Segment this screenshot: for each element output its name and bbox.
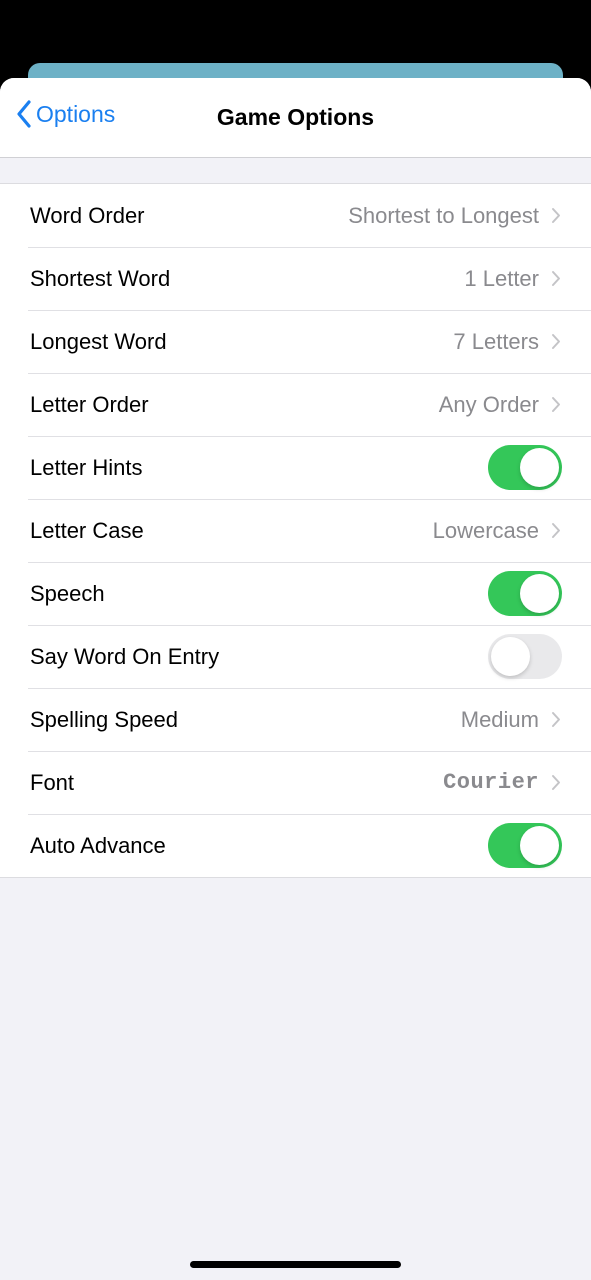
setting-row-spelling-speed[interactable]: Spelling Speed Medium <box>0 688 591 751</box>
setting-label: Spelling Speed <box>30 706 179 732</box>
auto-advance-toggle[interactable] <box>488 823 562 868</box>
home-indicator[interactable] <box>190 1261 401 1268</box>
setting-label: Speech <box>30 580 105 606</box>
toggle-knob <box>520 448 559 487</box>
navigation-bar: Options Game Options <box>0 78 591 158</box>
chevron-right-icon <box>552 775 560 790</box>
setting-row-letter-case[interactable]: Letter Case Lowercase <box>0 499 591 562</box>
setting-value: Shortest to Longest <box>348 202 539 228</box>
setting-label: Word Order <box>30 202 145 228</box>
setting-label: Font <box>30 769 75 795</box>
setting-row-font[interactable]: Font Courier <box>0 751 591 814</box>
setting-label: Letter Hints <box>30 454 143 480</box>
chevron-right-icon <box>552 712 560 727</box>
setting-label: Auto Advance <box>30 832 166 858</box>
setting-label: Letter Case <box>30 517 144 543</box>
setting-label: Shortest Word <box>30 265 171 291</box>
setting-label: Longest Word <box>30 328 167 354</box>
setting-row-word-order[interactable]: Word Order Shortest to Longest <box>0 184 591 247</box>
setting-row-auto-advance: Auto Advance <box>0 814 591 877</box>
page-title: Game Options <box>216 104 375 130</box>
setting-label: Letter Order <box>30 391 149 417</box>
chevron-right-icon <box>552 523 560 538</box>
chevron-right-icon <box>552 271 560 286</box>
game-options-sheet: Options Game Options Word Order Shortest… <box>0 78 591 1280</box>
speech-toggle[interactable] <box>488 571 562 616</box>
chevron-right-icon <box>552 334 560 349</box>
setting-row-speech: Speech <box>0 562 591 625</box>
setting-value: 1 Letter <box>464 265 539 291</box>
setting-row-shortest-word[interactable]: Shortest Word 1 Letter <box>0 247 591 310</box>
settings-list: Word Order Shortest to Longest Shortest … <box>0 183 591 878</box>
toggle-knob <box>520 826 559 865</box>
setting-label: Say Word On Entry <box>30 643 220 669</box>
say-word-on-entry-toggle[interactable] <box>488 634 562 679</box>
setting-value: Medium <box>460 706 539 732</box>
letter-hints-toggle[interactable] <box>488 445 562 490</box>
toggle-knob <box>491 637 530 676</box>
setting-value: Lowercase <box>432 517 539 543</box>
setting-value: Any Order <box>438 391 539 417</box>
setting-row-letter-order[interactable]: Letter Order Any Order <box>0 373 591 436</box>
setting-row-letter-hints: Letter Hints <box>0 436 591 499</box>
setting-row-longest-word[interactable]: Longest Word 7 Letters <box>0 310 591 373</box>
setting-value: Courier <box>443 770 539 795</box>
toggle-knob <box>520 574 559 613</box>
setting-value: 7 Letters <box>453 328 539 354</box>
chevron-right-icon <box>552 208 560 223</box>
setting-row-say-word-on-entry: Say Word On Entry <box>0 625 591 688</box>
chevron-right-icon <box>552 397 560 412</box>
